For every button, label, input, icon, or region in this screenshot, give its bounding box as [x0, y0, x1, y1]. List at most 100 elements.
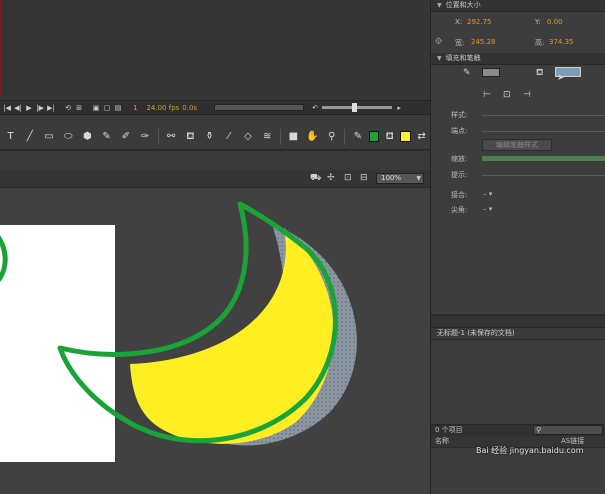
scale-label: 缩放:: [451, 155, 468, 163]
swap-colors-icon[interactable]: ⇄: [413, 128, 430, 146]
fill-color-icon[interactable]: ⛾: [381, 128, 398, 146]
paint-bucket-icon[interactable]: ⛾: [182, 128, 199, 146]
cap-label: 端点:: [451, 127, 468, 135]
ink-bottle-icon[interactable]: ⚱: [201, 128, 218, 146]
playhead-line: [0, 0, 1, 96]
section-fill-stroke[interactable]: ▼ 填充和笔触: [431, 53, 605, 65]
y-value[interactable]: 0.00: [547, 18, 563, 26]
bone-tool-icon[interactable]: ⚯: [163, 128, 180, 146]
timeline-zoom-slider[interactable]: [322, 103, 393, 112]
library-search-input[interactable]: ⚲: [533, 425, 603, 435]
collapse-triangle-icon: ▼: [437, 2, 442, 9]
height-value[interactable]: 374.35: [549, 38, 574, 46]
tool-separator: [157, 128, 159, 145]
loop-icon[interactable]: ⟲: [64, 102, 72, 114]
style-slider[interactable]: [482, 115, 605, 116]
zoom-select[interactable]: 100% ▼: [376, 173, 424, 184]
zoom-slider-thumb[interactable]: [352, 103, 358, 112]
center-frame-icon[interactable]: ⊞: [75, 102, 83, 114]
library-document-select[interactable]: 无标题-1 (未保存的文档): [431, 328, 605, 340]
height-label: 高:: [535, 39, 545, 47]
library-tab-bar: [431, 316, 605, 328]
edit-stroke-style-button[interactable]: 编辑笔触样式: [482, 139, 552, 151]
search-icon: ⚲: [536, 426, 542, 434]
zoom-value: 100%: [381, 174, 402, 182]
join-label: 接合:: [451, 191, 468, 199]
stage-pasteboard[interactable]: [0, 188, 430, 494]
align-right-icon[interactable]: ⊣: [523, 90, 531, 100]
stroke-swatch[interactable]: [482, 68, 500, 77]
onion-outline-icon[interactable]: ▢: [103, 102, 111, 114]
undo-icon[interactable]: ↶: [311, 102, 319, 114]
clip-icon[interactable]: ⊡: [344, 173, 352, 183]
deco-tool-icon[interactable]: ✑: [136, 128, 153, 146]
x-value[interactable]: 292.75: [467, 18, 492, 26]
cursor-pointer-icon: ➤: [557, 73, 565, 83]
line-tool-icon[interactable]: ╱: [21, 128, 38, 146]
brush-tool-icon[interactable]: ✐: [117, 128, 134, 146]
section-title: 位置和大小: [445, 1, 481, 9]
oval-tool-icon[interactable]: ⬭: [60, 128, 77, 146]
hint-line: [482, 175, 605, 176]
align-left-icon[interactable]: ⊢: [483, 90, 491, 100]
chevron-down-icon: ▼: [416, 175, 421, 182]
align-center-icon[interactable]: ⊡: [503, 90, 511, 100]
timeline-scrollbar[interactable]: [214, 104, 305, 111]
join-dropdown[interactable]: – ▾: [483, 190, 492, 198]
lock-constrain-icon[interactable]: ⟐: [435, 37, 442, 47]
rectangle-tool-icon[interactable]: ▭: [40, 128, 57, 146]
fill-bucket-icon: ⛾: [536, 68, 544, 78]
zoom-tool-icon[interactable]: ⚲: [323, 128, 340, 146]
hint-label: 提示:: [451, 171, 468, 179]
tool-separator: [279, 128, 281, 145]
yellow-crescent[interactable]: [130, 228, 334, 444]
timeline-panel: [0, 0, 430, 100]
watermark: Bai 经验 jingyan.baidu.com: [476, 446, 584, 455]
stage-edit-bar: ⛟ ✢ ⊡ ⊟ 100% ▼: [0, 170, 430, 188]
edit-multiple-frames-icon[interactable]: ▤: [114, 102, 122, 114]
last-frame-button[interactable]: ▶|: [47, 102, 55, 114]
cap-slider[interactable]: [482, 131, 605, 132]
pencil-tool-icon[interactable]: ✎: [98, 128, 115, 146]
scale-bar[interactable]: [482, 156, 605, 161]
stroke-color-swatch[interactable]: [368, 131, 380, 142]
library-item-count: 0 个项目: [435, 426, 463, 434]
properties-panel: ▼ 位置和大小 X: 292.75 Y: 0.00 ⟐ 宽: 245.28 高: …: [430, 0, 605, 494]
library-preview: [431, 340, 605, 424]
text-tool-icon[interactable]: T: [2, 128, 19, 146]
frame-rate[interactable]: 24.00 fps: [146, 104, 179, 112]
y-label: Y:: [535, 18, 541, 26]
width-value[interactable]: 245.28: [471, 38, 496, 46]
current-frame-number: 1: [133, 103, 138, 112]
fill-color-swatch[interactable]: [400, 131, 411, 142]
circle-outline-edge[interactable]: [0, 228, 8, 283]
drawing-layer[interactable]: [0, 188, 430, 494]
miter-label: 尖角:: [451, 206, 468, 214]
next-frame-button[interactable]: |▶: [36, 102, 44, 114]
tool-separator: [344, 128, 346, 145]
edit-scene-icon[interactable]: ⛟: [310, 173, 321, 184]
column-name-header[interactable]: 名称: [435, 437, 449, 445]
width-tool-icon[interactable]: ≋: [259, 128, 276, 146]
fit-icon[interactable]: ⊟: [360, 173, 368, 183]
eraser-icon[interactable]: ◇: [239, 128, 256, 146]
prev-frame-button[interactable]: ◀|: [14, 102, 22, 114]
stroke-color-icon[interactable]: ✎: [349, 128, 366, 146]
elapsed-time: 0.0s: [182, 103, 198, 112]
stroke-pencil-icon: ✎: [463, 68, 471, 78]
edit-symbol-icon[interactable]: ✢: [327, 173, 335, 183]
eyedropper-icon[interactable]: ⁄: [220, 128, 237, 146]
onion-skin-icon[interactable]: ▣: [92, 102, 100, 114]
hand-tool-icon[interactable]: ✋: [304, 128, 321, 146]
first-frame-button[interactable]: |◀: [3, 102, 11, 114]
width-label: 宽:: [455, 39, 465, 47]
stage-header: [0, 150, 430, 170]
section-title: 填充和笔触: [445, 54, 481, 62]
camera-icon[interactable]: ■: [285, 128, 302, 146]
miter-dropdown[interactable]: – ▾: [483, 205, 492, 213]
timeline-toolbar: |◀ ◀| ▶ |▶ ▶| ⟲ ⊞ ▣ ▢ ▤ 1 24.00 fps 0.0s…: [0, 100, 430, 115]
play-button[interactable]: ▶: [25, 102, 33, 114]
polystar-tool-icon[interactable]: ⬢: [79, 128, 96, 146]
section-position-size[interactable]: ▼ 位置和大小: [431, 0, 605, 12]
timeline-menu-icon[interactable]: ▸: [395, 102, 403, 114]
